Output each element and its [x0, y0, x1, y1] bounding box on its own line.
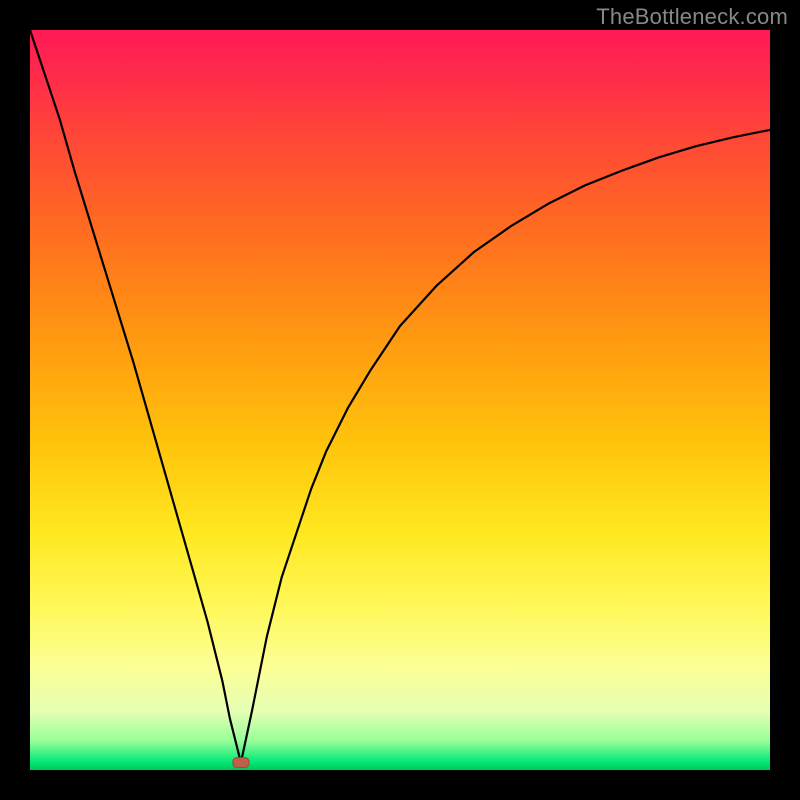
curve-layer [30, 30, 770, 770]
watermark-text: TheBottleneck.com [596, 4, 788, 30]
curve-left-branch [30, 30, 241, 763]
curve-right-branch [241, 130, 770, 763]
plot-area [30, 30, 770, 770]
minimum-marker [233, 758, 249, 768]
chart-frame: TheBottleneck.com [0, 0, 800, 800]
